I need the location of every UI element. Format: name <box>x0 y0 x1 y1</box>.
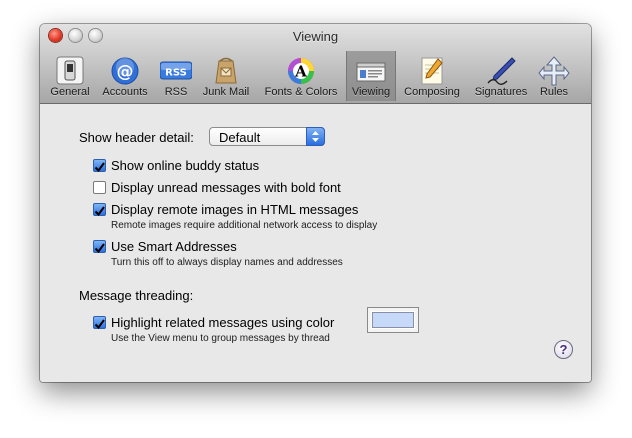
bold-unread-label: Display unread messages with bold font <box>111 180 341 195</box>
toolbar-label-fonts-colors: Fonts & Colors <box>264 86 338 98</box>
svg-text:@: @ <box>117 62 134 82</box>
toolbar-label-composing: Composing <box>404 86 460 98</box>
junk-mail-bag-icon <box>215 57 237 84</box>
smart-addresses-label: Use Smart Addresses <box>111 239 237 254</box>
toolbar-label-signatures: Signatures <box>474 86 528 98</box>
toolbar-label-junk-mail: Junk Mail <box>202 86 250 98</box>
composing-pencil-icon <box>421 57 443 85</box>
rss-badge-text: RSS <box>165 68 187 79</box>
fonts-colors-icon: A <box>288 58 314 84</box>
message-threading-label: Message threading: <box>79 288 194 303</box>
toolbar-label-viewing: Viewing <box>351 86 391 98</box>
header-detail-value: Default <box>219 130 261 145</box>
toolbar-label-rules: Rules <box>539 86 569 98</box>
show-buddy-status-checkbox[interactable] <box>93 159 106 173</box>
toolbar-label-rss: RSS <box>164 86 188 98</box>
highlight-related-label: Highlight related messages using color <box>111 315 335 330</box>
highlight-color-well[interactable] <box>367 307 419 333</box>
window-title: Viewing <box>292 29 339 44</box>
highlight-related-note: Use the View menu to group messages by t… <box>111 333 330 344</box>
smart-addresses-note: Turn this off to always display names an… <box>111 257 343 268</box>
toolbar-label-general: General <box>50 86 90 98</box>
toolbar-label-accounts: Accounts <box>102 86 148 98</box>
preferences-window: Viewing General @ Accounts RSS RSS Junk … <box>40 24 591 382</box>
smart-addresses-checkbox[interactable] <box>93 240 106 254</box>
viewing-icon <box>356 62 386 82</box>
at-sign-icon: @ <box>111 57 139 85</box>
checkmark-icon <box>94 162 105 173</box>
header-detail-label: Show header detail: <box>79 130 194 145</box>
switch-icon <box>56 56 84 85</box>
svg-text:A: A <box>294 63 307 81</box>
remote-images-checkbox[interactable] <box>93 203 106 217</box>
remote-images-note: Remote images require additional network… <box>111 220 378 231</box>
highlight-related-checkbox[interactable] <box>93 316 106 330</box>
toolbar-item-accounts[interactable]: @ Accounts <box>95 51 155 101</box>
checkmark-icon <box>94 206 105 217</box>
help-button[interactable]: ? <box>554 340 573 359</box>
show-buddy-status-label: Show online buddy status <box>111 158 260 173</box>
rules-icon <box>538 56 570 86</box>
rss-icon: RSS <box>160 61 192 80</box>
toolbar-item-rss[interactable]: RSS RSS <box>156 51 196 101</box>
popup-arrows-icon <box>306 127 325 146</box>
toolbar-item-signatures[interactable]: Signatures <box>468 51 534 101</box>
checkmark-icon <box>94 243 105 254</box>
viewing-preferences-pane: Show header detail: Default Show online … <box>40 104 591 382</box>
toolbar-item-composing[interactable]: Composing <box>399 51 465 101</box>
toolbar-item-general[interactable]: General <box>48 51 92 101</box>
highlight-color-swatch <box>372 312 414 328</box>
checkmark-icon <box>94 319 105 330</box>
bold-unread-checkbox[interactable] <box>93 181 106 194</box>
header-detail-popup[interactable]: Default <box>209 127 325 146</box>
toolbar: Viewing General @ Accounts RSS RSS Junk … <box>40 24 591 104</box>
toolbar-item-junk-mail[interactable]: Junk Mail <box>198 51 254 101</box>
toolbar-item-rules[interactable]: Rules <box>534 51 574 101</box>
signature-pen-icon <box>487 57 516 85</box>
toolbar-item-viewing[interactable]: Viewing <box>346 51 396 101</box>
toolbar-item-fonts-colors[interactable]: A Fonts & Colors <box>258 51 344 101</box>
remote-images-label: Display remote images in HTML messages <box>111 202 359 217</box>
